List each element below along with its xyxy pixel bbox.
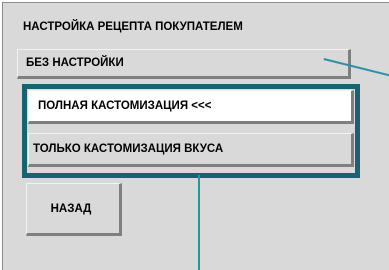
full-customization-button[interactable]: ПОЛНАЯ КАСТОМИЗАЦИЯ <<< [28,90,354,124]
back-button[interactable]: НАЗАД [26,183,122,236]
callout-line-customization-group [198,175,200,270]
panel-title: НАСТРОЙКА РЕЦЕПТА ПОКУПАТЕЛЕМ [23,21,243,33]
recipe-settings-panel: НАСТРОЙКА РЕЦЕПТА ПОКУПАТЕЛЕМ БЕЗ НАСТРО… [2,2,389,270]
taste-customization-button[interactable]: ТОЛЬКО КАСТОМИЗАЦИЯ ВКУСА [28,133,354,167]
no-customization-button[interactable]: БЕЗ НАСТРОЙКИ [17,49,351,79]
